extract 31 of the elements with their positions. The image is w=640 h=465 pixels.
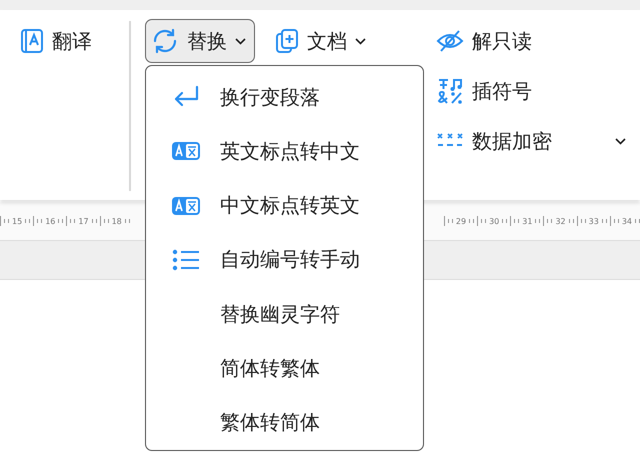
- ruler-number: 33: [588, 216, 599, 226]
- symbols-icon: [436, 77, 464, 105]
- ribbon-button[interactable]: 替换: [145, 19, 255, 63]
- document-plus-icon: [275, 28, 299, 54]
- ruler-number: 31: [522, 216, 532, 226]
- ruler-number: 15: [12, 216, 22, 226]
- ruler-number: 30: [489, 216, 500, 226]
- ruler-number: 29: [456, 216, 466, 226]
- ribbon-button[interactable]: 插符号: [436, 66, 626, 116]
- refresh-icon: [151, 27, 179, 55]
- menu-item[interactable]: 中文标点转英文: [146, 178, 423, 233]
- menu-item[interactable]: 简体转繁体: [146, 341, 423, 396]
- ruler-number: 32: [555, 216, 566, 226]
- menu-item[interactable]: 替换幽灵字符: [146, 287, 423, 342]
- menu-item[interactable]: 英文标点转中文: [146, 124, 423, 179]
- translate-icon: [172, 141, 200, 162]
- ruler-number: 34: [622, 216, 632, 226]
- menu-item[interactable]: 换行变段落: [146, 70, 423, 124]
- menu-item[interactable]: 自动编号转手动: [146, 232, 423, 288]
- ribbon-button[interactable]: 数据加密: [436, 116, 626, 166]
- list-icon: [172, 248, 200, 271]
- ribbon-button[interactable]: 解只读: [436, 16, 626, 66]
- ruler-number: 16: [45, 216, 56, 226]
- ribbon-button[interactable]: 翻译: [14, 19, 101, 63]
- ruler-number: 18: [112, 216, 122, 226]
- menu-item[interactable]: 繁体转简体: [146, 396, 423, 450]
- ruler-number: 17: [78, 216, 89, 226]
- translate-icon: [172, 196, 200, 216]
- book-icon: [20, 28, 44, 54]
- eye-off-icon: [436, 29, 464, 53]
- ribbon-button[interactable]: 文档: [269, 19, 375, 63]
